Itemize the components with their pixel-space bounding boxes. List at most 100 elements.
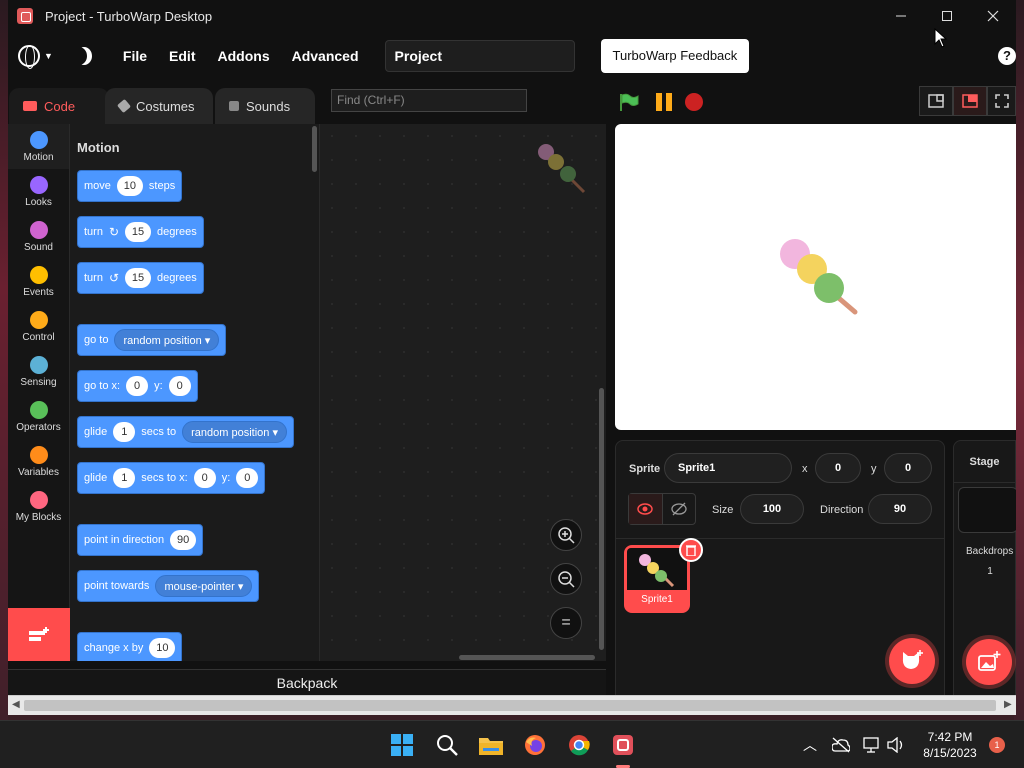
category-looks[interactable]: Looks xyxy=(8,169,69,214)
add-backdrop-button[interactable] xyxy=(966,639,1012,685)
menu-addons[interactable]: Addons xyxy=(218,48,270,64)
x-position-input[interactable]: 0 xyxy=(815,453,861,483)
sprite-name-input[interactable]: Sprite1 xyxy=(664,453,792,483)
hide-sprite-button[interactable] xyxy=(661,494,695,524)
title-bar[interactable]: Project - TurboWarp Desktop xyxy=(8,0,1016,32)
change-x-block[interactable]: change x by 10 xyxy=(77,632,183,661)
stage-thumbnail[interactable] xyxy=(958,487,1016,533)
show-sprite-button[interactable] xyxy=(629,494,662,524)
add-sprite-button[interactable] xyxy=(889,638,935,684)
sprite-thumbnail-sprite1[interactable]: Sprite1 xyxy=(624,538,703,613)
secs-input[interactable]: 1 xyxy=(113,422,136,442)
turn-right-block[interactable]: turn ↻ 15 degrees xyxy=(77,216,204,248)
network-icon[interactable] xyxy=(862,737,880,753)
move-steps-block[interactable]: move 10 steps xyxy=(77,170,183,202)
turbowarp-taskbar-button[interactable] xyxy=(611,733,635,757)
go-to-target-dropdown[interactable]: random position ▾ xyxy=(114,329,220,351)
steps-input[interactable]: 10 xyxy=(116,176,143,196)
degrees-input[interactable]: 15 xyxy=(125,222,152,242)
fullscreen-button[interactable] xyxy=(987,86,1016,116)
glide-to-xy-block[interactable]: glide 1 secs to x: 0 y: 0 xyxy=(77,462,266,494)
palette-scrollbar[interactable] xyxy=(312,126,317,172)
volume-icon[interactable] xyxy=(887,737,905,753)
y-input[interactable]: 0 xyxy=(236,468,259,488)
notification-badge[interactable]: 1 xyxy=(989,737,1005,753)
close-button[interactable] xyxy=(970,0,1016,32)
x-input[interactable]: 0 xyxy=(126,376,149,396)
pause-button[interactable] xyxy=(654,93,674,111)
category-my-blocks[interactable]: My Blocks xyxy=(8,484,69,529)
menu-file[interactable]: File xyxy=(123,48,147,64)
go-to-block[interactable]: go to random position ▾ xyxy=(77,324,227,356)
block-text: go to xyxy=(84,334,109,346)
show-hidden-icons-chevron-icon[interactable]: ︿ xyxy=(803,735,817,755)
change-x-input[interactable]: 10 xyxy=(149,638,176,658)
workspace-horizontal-scrollbar[interactable] xyxy=(459,655,595,660)
script-workspace[interactable]: = xyxy=(320,124,606,661)
workspace-vertical-scrollbar[interactable] xyxy=(599,388,604,650)
turn-left-block[interactable]: turn ↺ 15 degrees xyxy=(77,262,204,294)
cloud-off-icon[interactable] xyxy=(832,737,850,753)
point-in-direction-block[interactable]: point in direction 90 xyxy=(77,524,204,556)
x-input[interactable]: 0 xyxy=(193,468,216,488)
small-stage-button[interactable] xyxy=(919,86,953,116)
point-towards-dropdown[interactable]: mouse-pointer ▾ xyxy=(155,575,253,597)
go-to-xy-block[interactable]: go to x: 0 y: 0 xyxy=(77,370,198,402)
minimize-button[interactable] xyxy=(878,0,924,32)
zoom-reset-button[interactable]: = xyxy=(550,607,582,639)
feedback-button[interactable]: TurboWarp Feedback xyxy=(600,39,750,73)
add-extension-button[interactable] xyxy=(8,608,70,661)
dango-sprite[interactable] xyxy=(775,234,865,324)
chevron-down-icon[interactable]: ▼ xyxy=(44,51,53,61)
y-position-input[interactable]: 0 xyxy=(884,453,932,483)
scroll-left-icon[interactable]: ◀ xyxy=(12,699,20,710)
tab-code[interactable]: Code xyxy=(9,88,109,124)
window-horizontal-scrollbar[interactable]: ◀ ▶ xyxy=(8,695,1016,715)
category-operators[interactable]: Operators xyxy=(8,394,69,439)
project-title-input[interactable]: Project xyxy=(384,40,575,72)
theme-moon-icon[interactable] xyxy=(71,47,87,65)
category-events[interactable]: Events xyxy=(8,259,69,304)
start-button[interactable] xyxy=(390,733,414,757)
stop-icon[interactable] xyxy=(685,93,703,111)
firefox-button[interactable] xyxy=(523,733,547,757)
language-globe-icon[interactable] xyxy=(18,45,40,69)
find-input[interactable]: Find (Ctrl+F) xyxy=(331,89,527,112)
direction-label: Direction xyxy=(820,504,864,516)
category-control[interactable]: Control xyxy=(8,304,69,349)
scrollbar-thumb[interactable] xyxy=(24,700,996,711)
secs-input[interactable]: 1 xyxy=(113,468,136,488)
menu-advanced[interactable]: Advanced xyxy=(292,48,359,64)
chrome-icon xyxy=(569,735,590,756)
taskbar-clock[interactable]: 7:42 PM 8/15/2023 xyxy=(914,729,986,761)
zoom-out-button[interactable] xyxy=(550,563,582,595)
zoom-in-button[interactable] xyxy=(550,519,582,551)
glide-to-block[interactable]: glide 1 secs to random position ▾ xyxy=(77,416,294,448)
scroll-right-icon[interactable]: ▶ xyxy=(1004,699,1012,710)
direction-input[interactable]: 90 xyxy=(868,494,932,524)
tab-costumes[interactable]: Costumes xyxy=(105,88,213,124)
file-explorer-button[interactable] xyxy=(479,733,503,757)
category-variables[interactable]: Variables xyxy=(8,439,69,484)
menu-edit[interactable]: Edit xyxy=(169,48,195,64)
category-sensing[interactable]: Sensing xyxy=(8,349,69,394)
backpack-header[interactable]: Backpack xyxy=(8,669,606,695)
tab-sounds[interactable]: Sounds xyxy=(215,88,315,124)
direction-input[interactable]: 90 xyxy=(170,530,197,550)
delete-sprite-button[interactable] xyxy=(679,538,703,562)
category-motion[interactable]: Motion xyxy=(8,124,69,169)
y-input[interactable]: 0 xyxy=(168,376,191,396)
clock-date: 8/15/2023 xyxy=(923,746,977,760)
category-sound[interactable]: Sound xyxy=(8,214,69,259)
size-input[interactable]: 100 xyxy=(740,494,804,524)
help-icon[interactable]: ? xyxy=(998,47,1016,65)
stage-target-pane[interactable]: Stage Backdrops 1 xyxy=(953,440,1016,696)
green-flag-icon[interactable] xyxy=(619,93,639,111)
glide-target-dropdown[interactable]: random position ▾ xyxy=(182,421,287,443)
degrees-input[interactable]: 15 xyxy=(125,268,152,288)
point-towards-block[interactable]: point towards mouse-pointer ▾ xyxy=(77,570,260,602)
taskbar-search-button[interactable] xyxy=(435,733,459,757)
chrome-button[interactable] xyxy=(567,733,591,757)
stage-canvas[interactable] xyxy=(615,124,1016,430)
large-stage-button[interactable] xyxy=(953,86,987,116)
